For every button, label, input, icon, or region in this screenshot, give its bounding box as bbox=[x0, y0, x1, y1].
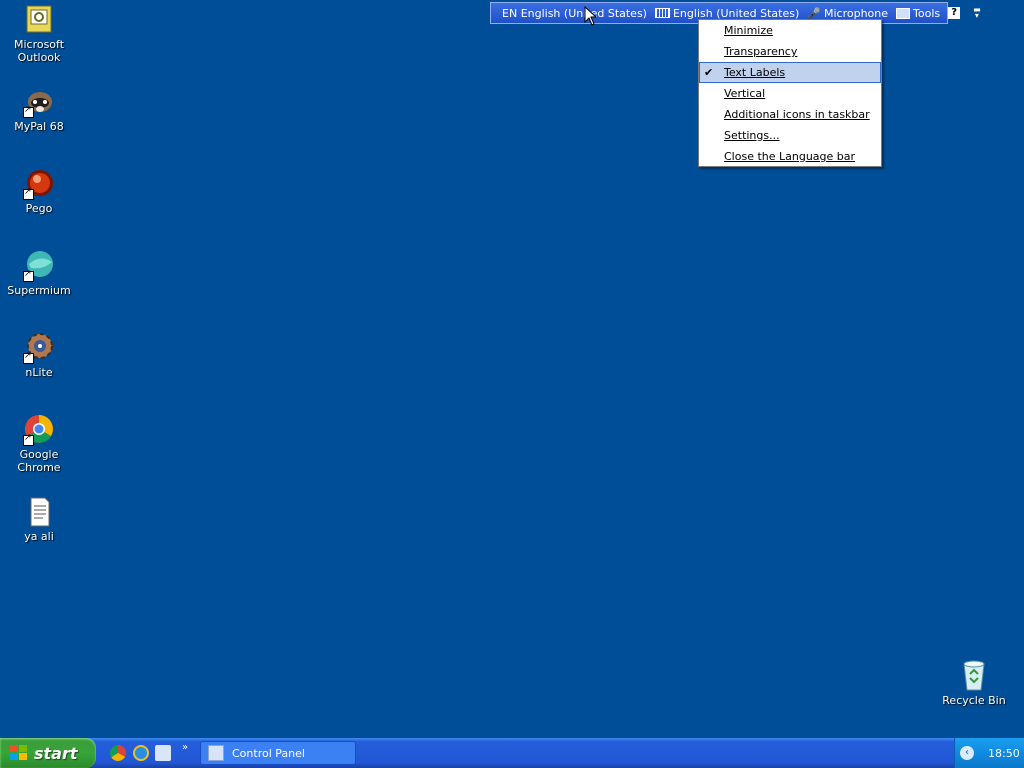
desktop-icon-pego[interactable]: Pego bbox=[0, 168, 78, 215]
desktop-icon-label: Google Chrome bbox=[17, 448, 61, 474]
show-hidden-icons-icon[interactable]: ‹ bbox=[960, 746, 974, 760]
desktop-icon-label: nLite bbox=[25, 366, 53, 379]
recycle-bin-icon bbox=[958, 660, 990, 692]
control-panel-icon bbox=[208, 745, 224, 761]
tools-icon bbox=[896, 7, 911, 19]
shortcut-arrow-icon bbox=[23, 187, 34, 200]
shortcut-arrow-icon bbox=[23, 105, 34, 118]
help-icon: ? bbox=[948, 7, 961, 19]
desktop-icon-label: Supermium bbox=[7, 284, 71, 297]
keyboard-label: English (United States) bbox=[672, 6, 800, 20]
start-label: start bbox=[34, 743, 78, 763]
keyboard-layout-button[interactable]: English (United States) bbox=[654, 6, 800, 20]
quick-launch-more-icon[interactable]: » bbox=[182, 742, 188, 753]
microphone-button[interactable]: 🎤 Microphone bbox=[807, 7, 888, 20]
system-tray: ‹ 18:50 bbox=[954, 738, 1024, 768]
menu-item-label: Text Labels bbox=[724, 66, 786, 79]
taskbar-button-control-panel[interactable]: Control Panel bbox=[200, 741, 356, 765]
options-arrow-button[interactable]: ▬ ▾ bbox=[973, 6, 981, 20]
language-bar-context-menu: Minimize Transparency ✔ Text Labels Verti… bbox=[698, 19, 882, 167]
menu-item-close-language-bar[interactable]: Close the Language bar bbox=[699, 146, 881, 167]
shortcut-arrow-icon bbox=[23, 433, 34, 446]
microphone-label: Microphone bbox=[823, 6, 889, 20]
menu-item-transparency[interactable]: Transparency bbox=[699, 41, 881, 62]
clock[interactable]: 18:50 bbox=[988, 747, 1020, 760]
menu-item-label: Settings... bbox=[724, 129, 780, 142]
desktop-icon-outlook[interactable]: Microsoft Outlook bbox=[0, 4, 78, 64]
taskbar-button-label: Control Panel bbox=[232, 746, 305, 760]
menu-item-text-labels[interactable]: ✔ Text Labels bbox=[699, 62, 881, 83]
desktop-icon-nlite[interactable]: nLite bbox=[0, 332, 78, 379]
menu-item-label: Transparency bbox=[724, 45, 798, 58]
windows-logo-icon bbox=[8, 744, 28, 762]
pego-icon bbox=[23, 168, 55, 200]
menu-item-minimize[interactable]: Minimize bbox=[699, 20, 881, 41]
outlook-icon bbox=[23, 4, 55, 36]
shortcut-arrow-icon bbox=[23, 351, 34, 364]
microphone-icon: 🎤 bbox=[807, 6, 821, 20]
desktop-icon-supermium[interactable]: Supermium bbox=[0, 250, 78, 297]
tools-button[interactable]: Tools bbox=[896, 7, 940, 20]
desktop-icon-label: Pego bbox=[25, 202, 53, 215]
language-button[interactable]: EN English (United States) bbox=[502, 7, 647, 20]
menu-item-label: Close the Language bar bbox=[724, 150, 856, 163]
chevron-down-icon: ▾ bbox=[974, 11, 979, 20]
text-document-icon bbox=[23, 496, 55, 528]
menu-item-label: Vertical bbox=[724, 87, 766, 100]
help-button[interactable]: ? bbox=[948, 7, 963, 19]
quicklaunch-internet-explorer-icon[interactable] bbox=[133, 745, 149, 761]
supermium-icon bbox=[23, 250, 55, 282]
checkmark-icon: ✔ bbox=[704, 66, 714, 79]
desktop-icon-chrome[interactable]: Google Chrome bbox=[0, 414, 78, 474]
mypal-icon bbox=[23, 86, 55, 118]
taskbar: start » Control Panel ‹ 18:50 bbox=[0, 738, 1024, 768]
keyboard-icon bbox=[654, 8, 670, 18]
desktop-icon-label: ya ali bbox=[24, 530, 54, 543]
shortcut-arrow-icon bbox=[23, 269, 34, 282]
menu-item-label: Minimize bbox=[724, 24, 773, 37]
chrome-icon bbox=[23, 414, 55, 446]
nlite-icon bbox=[23, 332, 55, 364]
desktop-icon-ya-ali[interactable]: ya ali bbox=[0, 496, 78, 543]
menu-item-settings[interactable]: Settings... bbox=[699, 125, 881, 146]
quicklaunch-chrome-icon[interactable] bbox=[110, 745, 126, 761]
quicklaunch-show-desktop-icon[interactable] bbox=[155, 745, 171, 761]
start-button[interactable]: start bbox=[0, 738, 96, 768]
desktop-icon-label: MyPal 68 bbox=[14, 120, 64, 133]
language-code: EN bbox=[502, 6, 518, 20]
menu-item-label: Additional icons in taskbar bbox=[724, 108, 870, 121]
menu-item-vertical[interactable]: Vertical bbox=[699, 83, 881, 104]
desktop-icon-label: Microsoft Outlook bbox=[13, 38, 65, 64]
desktop-icon-mypal[interactable]: MyPal 68 bbox=[0, 86, 78, 133]
tools-label: Tools bbox=[913, 6, 941, 20]
desktop-icon-recycle-bin[interactable]: Recycle Bin bbox=[935, 660, 1013, 707]
desktop-icon-label: Recycle Bin bbox=[942, 694, 1006, 707]
menu-item-additional-icons[interactable]: Additional icons in taskbar bbox=[699, 104, 881, 125]
